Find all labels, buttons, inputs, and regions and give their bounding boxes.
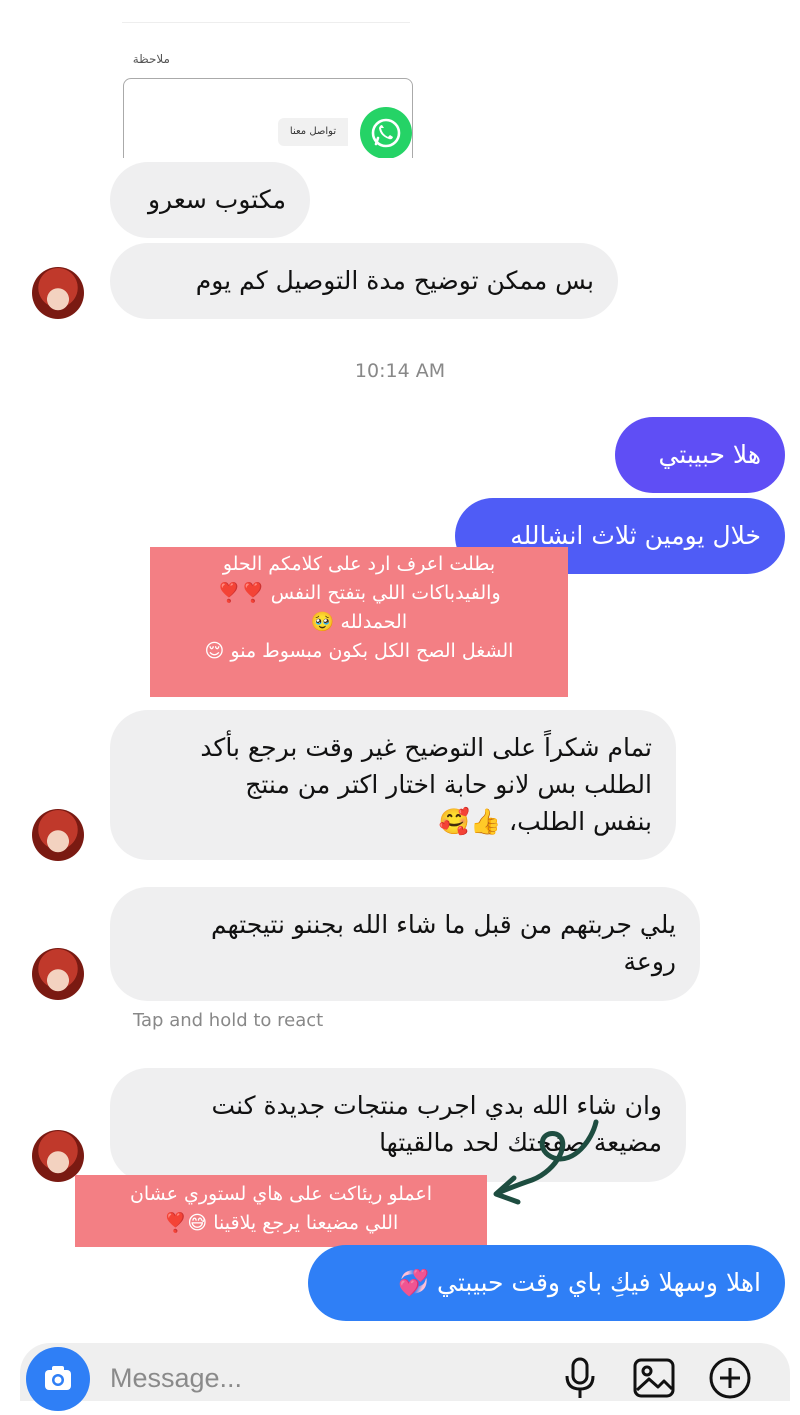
message-line: يلي جربتهم من قبل ما شاء الله بجننو نتيج… <box>211 910 676 939</box>
outgoing-message[interactable]: هلا حبيبتي <box>615 417 785 493</box>
overlay-line: بطلت اعرف ارد على كلامكم الحلو <box>222 553 496 575</box>
outgoing-message[interactable]: اهلا وسهلا فيكِ باي وقت حبيبتي 💞 <box>308 1245 785 1321</box>
overlay-line: اعملو ريئاكت على هاي لستوري عشان <box>129 1183 433 1205</box>
avatar[interactable] <box>32 267 84 319</box>
gallery-icon[interactable] <box>630 1354 678 1402</box>
whatsapp-icon <box>360 107 412 158</box>
overlay-line: والفيدباكات اللي بتفتح النفس ❣️❣️ <box>217 582 501 604</box>
message-input[interactable] <box>108 1356 532 1400</box>
incoming-message[interactable]: بس ممكن توضيح مدة التوصيل كم يوم <box>110 243 618 319</box>
message-text: بس ممكن توضيح مدة التوصيل كم يوم <box>195 266 594 295</box>
react-hint: Tap and hold to react <box>133 1010 324 1031</box>
message-text: خلال يومين ثلاث انشالله <box>510 521 761 550</box>
overlay-line: اللي مضيعنا يرجع يلاقينا 😅❣️ <box>163 1212 399 1234</box>
overlay-line: الحمدلله 🥹 <box>310 611 408 633</box>
microphone-icon[interactable] <box>556 1354 604 1402</box>
avatar[interactable] <box>32 948 84 1000</box>
curved-arrow-icon <box>493 1119 599 1205</box>
message-line: تمام شكراً على التوضيح غير وقت برجع بأكد <box>200 733 652 762</box>
overlay-line: الشغل الصح الكل بكون مبسوط منو 😌 <box>204 640 514 662</box>
message-text: مكتوب سعرو <box>147 185 286 214</box>
message-line: الطلب بس لانو حابة اختار اكتر من منتج <box>245 770 652 799</box>
story-text-overlay: اعملو ريئاكت على هاي لستوري عشان اللي مض… <box>75 1175 487 1247</box>
camera-icon <box>45 1366 71 1390</box>
incoming-message[interactable]: مكتوب سعرو <box>110 162 310 238</box>
incoming-message[interactable]: يلي جربتهم من قبل ما شاء الله بجننو نتيج… <box>110 887 700 1001</box>
story-text-overlay: بطلت اعرف ارد على كلامكم الحلو والفيدباك… <box>150 547 568 697</box>
message-text: هلا حبيبتي <box>658 440 761 469</box>
shared-screenshot-card[interactable]: ملاحظة تواصل معنا <box>108 0 418 158</box>
whatsapp-label: تواصل معنا <box>278 118 348 146</box>
message-line: بنفس الطلب، 👍🥰 <box>438 807 652 836</box>
add-icon[interactable] <box>706 1354 754 1402</box>
note-label: ملاحظة <box>132 52 170 66</box>
avatar[interactable] <box>32 809 84 861</box>
message-text: اهلا وسهلا فيكِ باي وقت حبيبتي 💞 <box>397 1268 761 1297</box>
message-line: روعة <box>623 947 676 976</box>
divider <box>122 22 410 23</box>
camera-button[interactable] <box>26 1347 90 1411</box>
incoming-message[interactable]: تمام شكراً على التوضيح غير وقت برجع بأكد… <box>110 710 676 860</box>
timestamp: 10:14 AM <box>354 360 446 382</box>
